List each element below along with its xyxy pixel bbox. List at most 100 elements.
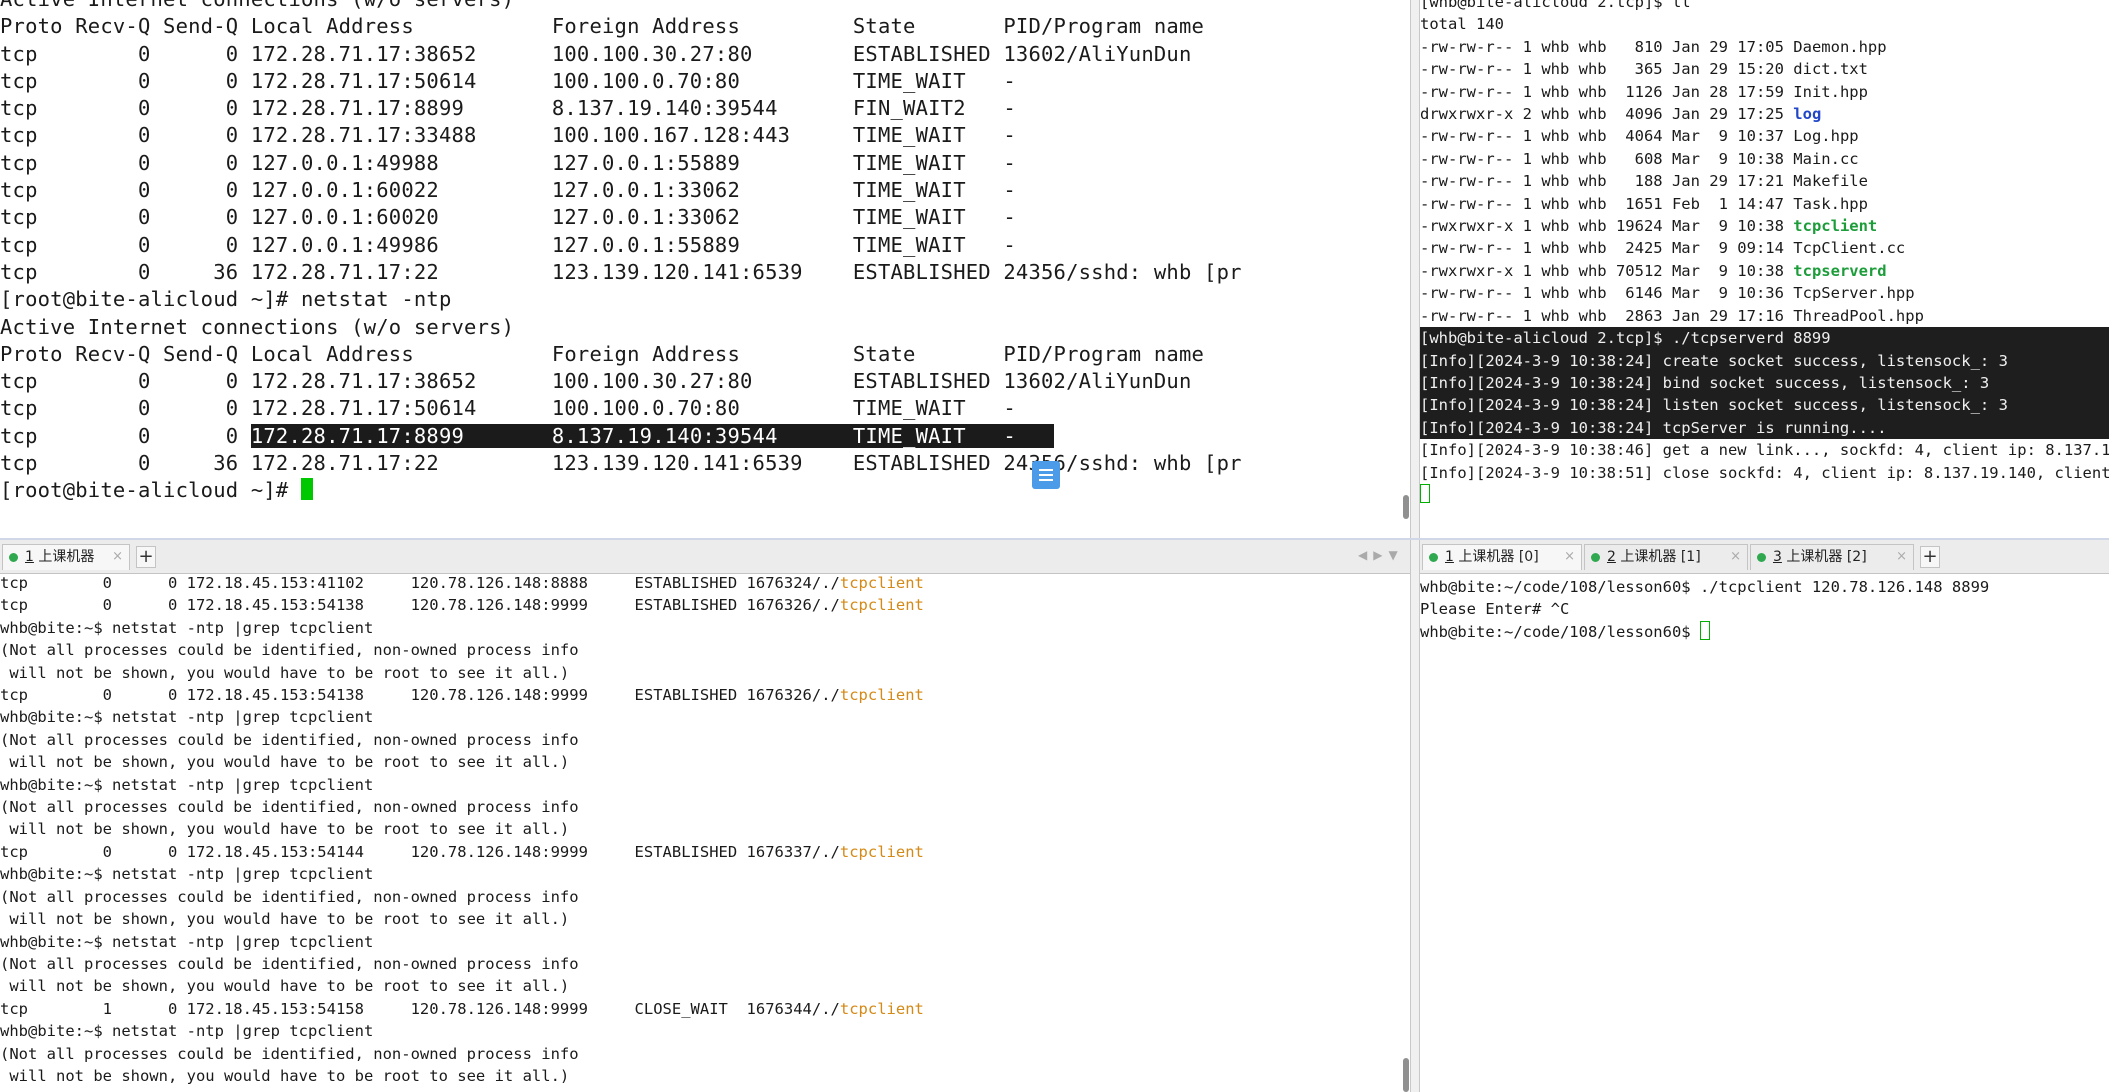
line-text: will not be shown, you would have to be …	[0, 1066, 570, 1085]
program-name: tcpclient	[839, 999, 924, 1018]
file-attributes: -rw-rw-r-- 1 whb whb 810 Jan 29 17:05	[1420, 37, 1794, 56]
tab-session-3[interactable]: 3 上课机器 [2] ×	[1750, 544, 1914, 570]
file-listing-row: -rw-rw-r-- 1 whb whb 365 Jan 29 15:20 di…	[1420, 58, 2109, 80]
server-log-line: [Info][2024-3-9 10:38:24] bind socket su…	[1420, 373, 1990, 392]
line-text: (Not all processes could be identified, …	[0, 641, 579, 660]
server-log-line: [Info][2024-3-9 10:38:46] get a new link…	[1420, 441, 2109, 460]
terminal-line: tcp 0 0 172.18.45.153:41102 120.78.126.1…	[0, 574, 1410, 594]
tab-number: 1	[25, 549, 34, 565]
scrollbar[interactable]	[1403, 495, 1409, 519]
file-listing-row: -rw-rw-r-- 1 whb whb 4064 Mar 9 10:37 Lo…	[1420, 125, 2109, 147]
close-icon[interactable]: ×	[1730, 545, 1741, 569]
program-name: tcpclient	[839, 574, 924, 592]
file-attributes: -rw-rw-r-- 1 whb whb 365 Jan 29 15:20	[1420, 60, 1794, 79]
close-icon[interactable]: ×	[1564, 545, 1575, 569]
terminal-line: tcp 0 0 127.0.0.1:49986 127.0.0.1:55889 …	[0, 232, 1016, 257]
line-text: whb@bite:~$ netstat -ntp |grep tcpclient	[0, 865, 374, 884]
terminal-line: will not be shown, you would have to be …	[0, 751, 1410, 773]
scrollbar[interactable]	[1403, 1058, 1409, 1092]
line-text: tcp 1 0 172.18.45.153:54158 120.78.126.1…	[0, 999, 840, 1018]
terminal-line: whb@bite:~$ netstat -ntp |grep tcpclient	[0, 617, 1410, 639]
tab-session-1-right[interactable]: 1 上课机器 [0] ×	[1422, 544, 1582, 570]
ll-total: total 140	[1420, 15, 1504, 34]
server-log-line: [Info][2024-3-9 10:38:24] create socket …	[1420, 351, 2008, 370]
server-log-line: [Info][2024-3-9 10:38:24] listen socket …	[1420, 396, 2008, 415]
terminal-client-netstat[interactable]: tcp 0 0 172.18.45.153:41102 120.78.126.1…	[0, 574, 1410, 1092]
file-listing-row: -rw-rw-r-- 1 whb whb 1126 Jan 28 17:59 I…	[1420, 81, 2109, 103]
line-text: whb@bite:~$ netstat -ntp |grep tcpclient	[0, 618, 374, 637]
terminal-line: tcp 0 0 172.18.45.153:54138 120.78.126.1…	[0, 684, 1410, 706]
terminal-output: tcp 0 0 172.18.45.153:41102 120.78.126.1…	[0, 574, 1410, 1087]
connected-status-icon	[1429, 553, 1438, 562]
terminal-line: Proto Recv-Q Send-Q Local Address Foreig…	[0, 341, 1205, 366]
tab-session-1[interactable]: 1 上课机器 ×	[2, 544, 130, 570]
tab-label: 上课机器	[1786, 549, 1843, 565]
close-icon[interactable]: ×	[1896, 545, 1907, 569]
file-attributes: -rwxrwxr-x 1 whb whb 19624 Mar 9 10:38	[1420, 217, 1794, 236]
tab-label: 上课机器	[1620, 549, 1677, 565]
shell-prompt-line[interactable]: whb@bite:~/code/108/lesson60$	[1420, 620, 2109, 643]
file-attributes: drwxrwxr-x 2 whb whb 4096 Jan 29 17:25	[1420, 105, 1794, 124]
tab-label: 上课机器	[1458, 549, 1515, 565]
line-text: will not be shown, you would have to be …	[0, 753, 570, 772]
file-listing-row: -rwxrwxr-x 1 whb whb 70512 Mar 9 10:38 t…	[1420, 260, 2109, 282]
terminal-root-netstat[interactable]: Active Internet connections (w/o servers…	[0, 0, 1410, 538]
new-tab-button[interactable]: +	[1920, 546, 1940, 568]
terminal-line: tcp 0 0 127.0.0.1:60020 127.0.0.1:33062 …	[0, 205, 1016, 230]
terminal-line: (Not all processes could be identified, …	[0, 729, 1410, 751]
close-icon[interactable]: ×	[112, 545, 123, 569]
file-listing-row: drwxrwxr-x 2 whb whb 4096 Jan 29 17:25 l…	[1420, 103, 2109, 125]
terminal-line: whb@bite:~$ netstat -ntp |grep tcpclient	[0, 774, 1410, 796]
terminal-line: Proto Recv-Q Send-Q Local Address Foreig…	[0, 14, 1205, 39]
terminal-line: tcp 0 36 172.28.71.17:22 123.139.120.141…	[0, 451, 1242, 476]
terminal-line: (Not all processes could be identified, …	[0, 1043, 1410, 1065]
tab-scroll-arrows[interactable]: ◀▶▼	[1358, 548, 1404, 562]
file-attributes: -rw-rw-r-- 1 whb whb 188 Jan 29 17:21	[1420, 172, 1794, 191]
line-text: (Not all processes could be identified, …	[0, 954, 579, 973]
file-listing-row: -rw-rw-r-- 1 whb whb 2863 Jan 29 17:16 T…	[1420, 305, 2109, 327]
terminal-line: will not be shown, you would have to be …	[0, 1065, 1410, 1087]
tab-session-2[interactable]: 2 上课机器 [1] ×	[1584, 544, 1748, 570]
line-text: (Not all processes could be identified, …	[0, 1044, 579, 1063]
file-name: Init.hpp	[1793, 82, 1868, 101]
file-listing-row: -rw-rw-r-- 1 whb whb 608 Mar 9 10:38 Mai…	[1420, 148, 2109, 170]
line-text: tcp 0 0 172.18.45.153:54138 120.78.126.1…	[0, 596, 840, 615]
vertical-splitter[interactable]	[1410, 0, 1420, 1092]
terminal-client[interactable]: whb@bite:~/code/108/lesson60$ ./tcpclien…	[1420, 574, 2109, 1092]
tab-number: 3	[1773, 549, 1782, 565]
tab-label: 上课机器	[38, 549, 95, 565]
terminal-line: whb@bite:~$ netstat -ntp |grep tcpclient	[0, 1020, 1410, 1042]
program-name: tcpclient	[839, 842, 924, 861]
terminal-line: will not be shown, you would have to be …	[0, 662, 1410, 684]
line-text: whb@bite:~$ netstat -ntp |grep tcpclient	[0, 775, 374, 794]
terminal-line: (Not all processes could be identified, …	[0, 639, 1410, 661]
terminal-line: (Not all processes could be identified, …	[0, 796, 1410, 818]
file-attributes: -rw-rw-r-- 1 whb whb 4064 Mar 9 10:37	[1420, 127, 1794, 146]
file-listing-row: -rw-rw-r-- 1 whb whb 810 Jan 29 17:05 Da…	[1420, 36, 2109, 58]
terminal-output-after: tcp 0 36 172.28.71.17:22 123.139.120.141…	[0, 450, 1410, 477]
new-tab-button[interactable]: +	[136, 546, 156, 568]
file-name: ThreadPool.hpp	[1793, 306, 1924, 325]
file-attributes: -rw-rw-r-- 1 whb whb 2863 Jan 29 17:16	[1420, 306, 1794, 325]
file-attributes: -rw-rw-r-- 1 whb whb 1651 Feb 1 14:47	[1420, 194, 1794, 213]
terminal-line: [root@bite-alicloud ~]# netstat -ntp	[0, 287, 452, 312]
line-text: whb@bite:~$ netstat -ntp |grep tcpclient	[0, 708, 374, 727]
floating-note-icon[interactable]	[1032, 461, 1060, 489]
line-text: will not be shown, you would have to be …	[0, 820, 570, 839]
file-name: Task.hpp	[1793, 194, 1868, 213]
line-text: will not be shown, you would have to be …	[0, 663, 570, 682]
file-name: TcpServer.hpp	[1793, 284, 1915, 303]
shell-prompt-line[interactable]: [root@bite-alicloud ~]#	[0, 477, 1410, 504]
terminal-line: tcp 0 0 172.18.45.153:54144 120.78.126.1…	[0, 841, 1410, 863]
terminal-server[interactable]: [whb@bite-alicloud 2.tcp]$ ll total 140 …	[1420, 0, 2109, 538]
server-log-line: [Info][2024-3-9 10:38:24] tcpServer is r…	[1420, 418, 1887, 437]
tabbar-left: 1 上课机器 × + ◀▶▼	[0, 540, 1410, 574]
terminal-line: whb@bite:~$ netstat -ntp |grep tcpclient	[0, 706, 1410, 728]
terminal-line: Please Enter# ^C	[1420, 600, 1570, 619]
terminal-cursor	[1420, 483, 1430, 503]
tabbar-right: 1 上课机器 [0] × 2 上课机器 [1] × 3 上课机器 [2] × +	[1420, 540, 2109, 574]
connected-status-icon	[1591, 553, 1600, 562]
terminal-line: tcp 0 0 127.0.0.1:49988 127.0.0.1:55889 …	[0, 150, 1016, 175]
terminal-line: tcp 1 0 172.18.45.153:54158 120.78.126.1…	[0, 998, 1410, 1020]
server-log-line: [Info][2024-3-9 10:38:51] close sockfd: …	[1420, 463, 2109, 482]
